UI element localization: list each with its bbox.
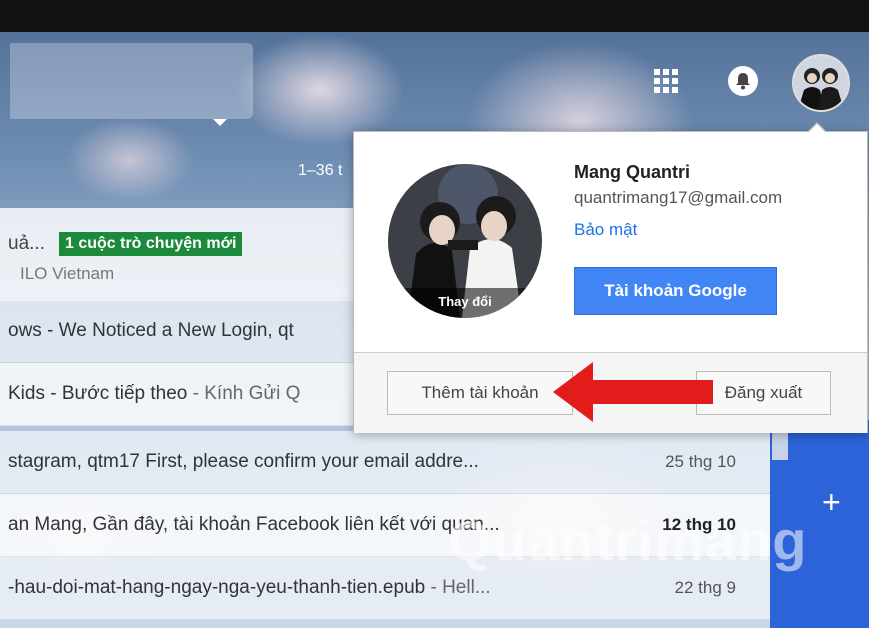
account-name: Mang Quantri [574, 162, 690, 182]
email-date: 22 thg 9 [674, 578, 736, 597]
email-subject: ows - We Noticed a New Login, qt [8, 320, 294, 341]
email-subject: an Mang, Gần đây, tài khoản Facebook liê… [8, 514, 500, 535]
email-subject: -hau-doi-mat-hang-ngay-nga-yeu-thanh-tie… [8, 577, 491, 598]
compose-plus-icon[interactable]: + [822, 484, 841, 521]
change-photo-label[interactable]: Thay đổi [388, 288, 542, 318]
new-conversation-badge: 1 cuộc trò chuyện mới [58, 232, 243, 256]
browser-top-strip [0, 0, 869, 32]
email-date: 25 thg 10 [665, 452, 736, 471]
account-email: quantrimang17@gmail.com [574, 188, 783, 207]
email-subject: uả... 1 cuộc trò chuyện mới [8, 232, 243, 256]
google-account-button[interactable]: Tài khoản Google [574, 267, 777, 315]
email-sender: ILO Vietnam [20, 264, 115, 283]
apps-grid-icon[interactable] [654, 69, 678, 93]
pagination-range: 1–36 t [298, 162, 343, 179]
gmail-window: 1–36 t uả... 1 cuộc trò chuyện mới ILO Vi… [0, 0, 869, 628]
search-options-dropdown-icon[interactable] [213, 119, 227, 126]
email-subject: Kids - Bước tiếp theo - Kính Gửi Q [8, 383, 301, 404]
profile-photo[interactable]: Thay đổi [388, 164, 542, 318]
security-link[interactable]: Bảo mật [574, 220, 637, 240]
watermark-text: Quantrimang [448, 509, 808, 572]
add-account-button[interactable]: Thêm tài khoản [387, 371, 573, 415]
annotation-arrow-icon [553, 362, 713, 422]
email-row[interactable]: stagram, qtm17 First, please confirm you… [0, 431, 770, 494]
notifications-bell-icon[interactable] [728, 66, 758, 96]
email-subject: stagram, qtm17 First, please confirm you… [8, 451, 479, 472]
account-avatar[interactable] [792, 54, 850, 112]
search-box[interactable] [10, 43, 253, 126]
